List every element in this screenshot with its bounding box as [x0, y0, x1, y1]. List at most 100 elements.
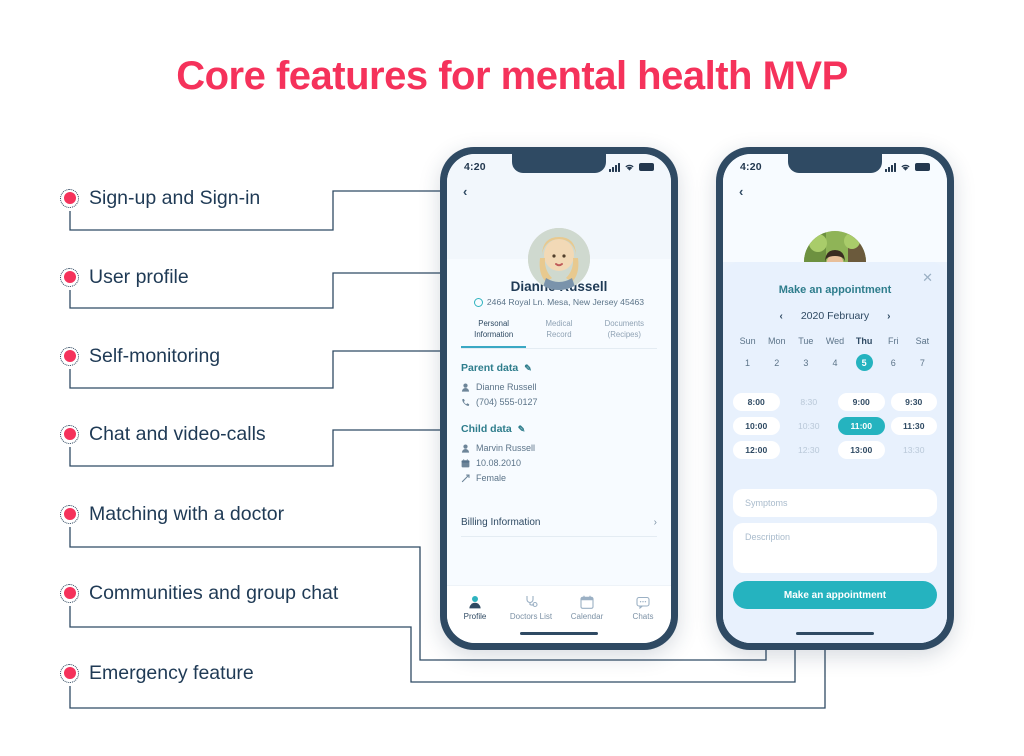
description-input[interactable]: Description [733, 523, 937, 573]
time-slot[interactable]: 11:30 [890, 417, 937, 435]
calendar-day-label: 4 [832, 357, 838, 368]
calendar-day-selected[interactable]: 5 [850, 354, 879, 371]
feature-bullet-icon [60, 424, 79, 444]
tabbar-label: Profile [463, 612, 487, 621]
back-button[interactable]: ‹ [739, 184, 743, 199]
signal-icon [608, 162, 620, 172]
back-button[interactable]: ‹ [463, 184, 467, 199]
tabbar-item-profile[interactable]: Profile [447, 594, 503, 621]
avatar [528, 228, 590, 290]
time-slot-selected[interactable]: 11:00 [838, 417, 885, 435]
person-icon [461, 444, 470, 453]
calendar-dow: Fri [888, 336, 899, 346]
child-name: Marvin Russell [476, 443, 536, 453]
feature-item-3[interactable]: Chat and video-calls [60, 420, 266, 448]
feature-bullet-icon [60, 504, 79, 524]
tabbar-item-doctors-list[interactable]: Doctors List [503, 594, 559, 621]
billing-information-row[interactable]: Billing Information › [461, 517, 657, 537]
calendar-day[interactable]: 4 [820, 354, 849, 371]
location-pin-icon [473, 297, 483, 307]
child-data-heading: Child data ✎ [461, 423, 525, 435]
parent-name: Dianne Russell [476, 382, 537, 392]
feature-label: Communities and group chat [89, 581, 339, 604]
edit-pencil-icon[interactable]: ✎ [518, 424, 526, 435]
status-time: 4:20 [464, 161, 486, 173]
time-slot-disabled: 8:30 [800, 397, 818, 407]
month-navigator: ‹ 2020 February › [745, 310, 925, 322]
calendar-day-label: 6 [890, 357, 896, 368]
next-month-button[interactable]: › [887, 311, 890, 322]
chat-icon [636, 594, 650, 609]
tab-personal-information[interactable]: Personal Information [461, 319, 527, 349]
parent-phone-row: (704) 555-0127 [461, 397, 538, 407]
make-appointment-button[interactable]: Make an appointment [733, 581, 937, 609]
calendar-day[interactable]: 1 [733, 354, 762, 371]
feature-item-2[interactable]: Self-monitoring [60, 342, 220, 370]
close-icon[interactable]: ✕ [922, 271, 933, 284]
child-gender-row: Female [461, 473, 506, 483]
symptoms-input[interactable]: Symptoms [733, 489, 937, 517]
parent-data-title: Parent data [461, 362, 519, 374]
time-slot[interactable]: 9:00 [838, 393, 885, 411]
feature-item-4[interactable]: Matching with a doctor [60, 500, 284, 528]
tab-line2: (Recipes) [607, 329, 641, 339]
calendar-dow: Wed [825, 336, 845, 346]
time-slot[interactable]: 13:00 [838, 441, 885, 459]
calendar-day[interactable]: 3 [791, 354, 820, 371]
status-icons [884, 162, 930, 172]
time-slot[interactable]: 12:00 [733, 441, 780, 459]
phone-icon [461, 398, 470, 407]
time-slot[interactable]: 10:00 [733, 417, 780, 435]
phone-mockup-appointment: 4:20 ‹ ✕ Make an appointment ‹ 2020 Febr… [716, 147, 954, 650]
child-gender: Female [476, 473, 507, 483]
phone-mockup-profile: 4:20 ‹ Dianne Russell 2464 Royal Ln. Mes… [440, 147, 678, 650]
battery-icon [639, 163, 654, 171]
tabbar-label: Calendar [570, 612, 604, 621]
tabbar-label: Chats [632, 612, 654, 621]
stethoscope-icon [524, 594, 538, 609]
wifi-icon [625, 164, 634, 171]
feature-bullet-icon [60, 346, 79, 366]
calendar-dow: Sun [739, 336, 756, 346]
calendar-day-label: 1 [745, 357, 751, 368]
feature-item-5[interactable]: Communities and group chat [60, 579, 338, 607]
phone-notch [788, 154, 882, 173]
feature-label: Chat and video-calls [89, 422, 266, 445]
profile-icon [468, 594, 482, 609]
feature-label: User profile [89, 265, 189, 288]
tab-medical-record[interactable]: Medical Record [526, 319, 591, 348]
calendar-day-label: 5 [855, 354, 873, 371]
tabbar-item-chats[interactable]: Chats [615, 594, 671, 621]
feature-label: Emergency feature [89, 661, 254, 684]
feature-item-1[interactable]: User profile [60, 263, 189, 291]
feature-bullet-icon [60, 267, 79, 287]
billing-information-label: Billing Information [461, 517, 541, 528]
calendar-day[interactable]: 7 [908, 354, 937, 371]
time-slot-disabled: 12:30 [797, 445, 820, 455]
parent-data-heading: Parent data ✎ [461, 362, 532, 374]
calendar-icon [461, 458, 470, 468]
feature-label: Matching with a doctor [89, 502, 285, 525]
month-label: 2020 February [800, 310, 870, 322]
tabbar-item-calendar[interactable]: Calendar [559, 594, 615, 621]
tab-documents-recipes[interactable]: Documents (Recipes) [592, 319, 657, 348]
tab-line1: Personal [478, 319, 510, 328]
child-name-row: Marvin Russell [461, 443, 535, 453]
feature-item-0[interactable]: Sign-up and Sign-in [60, 184, 260, 212]
calendar-day[interactable]: 2 [762, 354, 791, 371]
calendar-day[interactable]: 6 [879, 354, 908, 371]
status-icons [608, 162, 654, 172]
calendar-dow: Sat [915, 336, 930, 346]
calendar-dow: Thu [855, 336, 873, 346]
time-slot[interactable]: 8:00 [733, 393, 780, 411]
status-time: 4:20 [740, 161, 762, 173]
feature-item-6[interactable]: Emergency feature [60, 659, 254, 687]
wifi-icon [901, 164, 910, 171]
edit-pencil-icon[interactable]: ✎ [524, 363, 532, 374]
calendar-day-label: 3 [803, 357, 809, 368]
time-slot[interactable]: 9:30 [890, 393, 937, 411]
prev-month-button[interactable]: ‹ [780, 311, 783, 322]
phone-notch [512, 154, 606, 173]
calendar-grid: Sun Mon Tue Wed Thu Fri Sat 1 2 3 4 5 6 … [733, 336, 937, 371]
calendar-dow: Tue [798, 336, 814, 346]
